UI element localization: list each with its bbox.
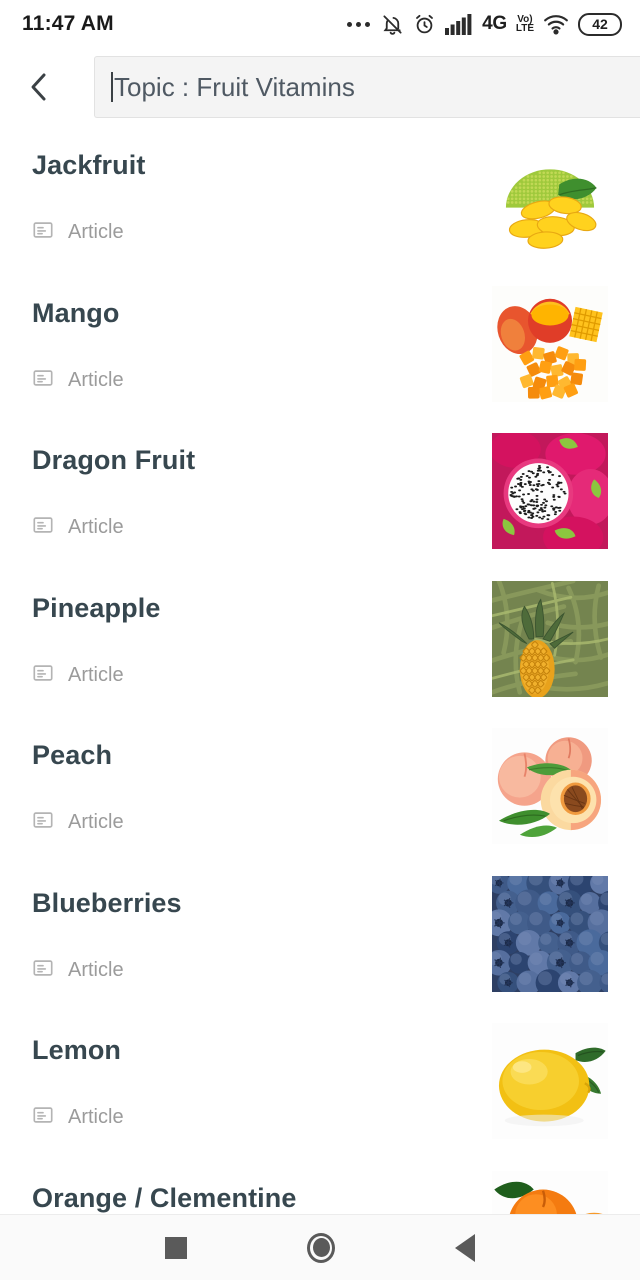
search-input-value: Topic : Fruit Vitamins xyxy=(114,72,355,103)
list-item-title: Peach xyxy=(32,740,112,771)
more-dots-icon xyxy=(347,22,370,27)
wifi-icon xyxy=(543,13,569,35)
list-item-thumbnail[interactable] xyxy=(492,138,608,254)
text-cursor xyxy=(111,72,113,102)
search-input[interactable]: Topic : Fruit Vitamins xyxy=(94,56,640,118)
article-icon xyxy=(32,809,54,836)
list-item-title: Blueberries xyxy=(32,888,182,919)
list-item-type-label: Article xyxy=(68,221,124,244)
list-item-title: Dragon Fruit xyxy=(32,445,195,476)
article-icon xyxy=(32,219,54,241)
list-item-title: Orange / Clementine xyxy=(32,1183,296,1214)
list-item-title: Pineapple xyxy=(32,593,160,624)
list-item-type-label: Article xyxy=(68,516,124,539)
list-item[interactable]: Dragon Fruit Article xyxy=(0,421,640,569)
android-nav-bar xyxy=(0,1214,640,1280)
bell-muted-icon xyxy=(381,13,404,36)
list-item[interactable]: Blueberries Article xyxy=(0,864,640,1012)
status-bar: 11:47 AM 4G Vo) LTE 42 xyxy=(0,0,640,48)
list-item-meta: Article xyxy=(32,809,124,836)
article-icon xyxy=(32,1104,54,1126)
app-header: Topic : Fruit Vitamins xyxy=(0,48,640,126)
volte-bottom-label: LTE xyxy=(516,24,534,33)
list-item[interactable]: Lemon Article xyxy=(0,1011,640,1159)
battery-icon: 42 xyxy=(578,13,622,36)
list-item-type-label: Article xyxy=(68,369,124,392)
list-item-thumbnail[interactable] xyxy=(492,1171,608,1215)
chevron-left-icon xyxy=(26,70,52,104)
status-bar-icons: 4G Vo) LTE 42 xyxy=(347,13,622,36)
list-item[interactable]: Jackfruit Article xyxy=(0,126,640,274)
list-item[interactable]: Mango Article xyxy=(0,274,640,422)
network-type-label: 4G xyxy=(482,13,507,35)
list-item-title: Jackfruit xyxy=(32,150,145,181)
article-icon xyxy=(32,514,54,541)
list-item-type-label: Article xyxy=(68,959,124,982)
alarm-clock-icon xyxy=(413,13,436,36)
back-button[interactable] xyxy=(26,70,72,104)
article-icon xyxy=(32,219,54,246)
list-item-thumbnail[interactable] xyxy=(492,286,608,402)
article-icon xyxy=(32,367,54,394)
home-button-icon[interactable] xyxy=(307,1233,335,1263)
battery-level-label: 42 xyxy=(592,16,608,32)
article-icon xyxy=(32,957,54,984)
list-item-meta: Article xyxy=(32,957,124,984)
list-item-meta: Article xyxy=(32,219,124,246)
article-icon xyxy=(32,662,54,684)
list-item-thumbnail[interactable] xyxy=(492,1023,608,1139)
article-icon xyxy=(32,514,54,536)
list-item-thumbnail[interactable] xyxy=(492,433,608,549)
list-item[interactable]: Peach Article xyxy=(0,716,640,864)
article-icon xyxy=(32,809,54,831)
list-item-type-label: Article xyxy=(68,1106,124,1129)
list-item-title: Mango xyxy=(32,298,120,329)
list-item[interactable]: Orange / Clementine Article xyxy=(0,1159,640,1215)
list-item-thumbnail[interactable] xyxy=(492,728,608,844)
status-bar-clock: 11:47 AM xyxy=(22,12,114,36)
recents-button-icon[interactable] xyxy=(165,1237,187,1259)
article-icon xyxy=(32,367,54,389)
article-icon xyxy=(32,957,54,979)
list-item-thumbnail[interactable] xyxy=(492,581,608,697)
list-item[interactable]: Pineapple Article xyxy=(0,569,640,717)
volte-icon: Vo) LTE xyxy=(516,15,534,33)
list-item-thumbnail[interactable] xyxy=(492,876,608,992)
app-root: 11:47 AM 4G Vo) LTE 42 Topic: Fruit Vit… xyxy=(0,0,640,1280)
article-icon xyxy=(32,1104,54,1131)
list-item-meta: Article xyxy=(32,367,124,394)
back-button-icon[interactable] xyxy=(455,1234,475,1262)
signal-bars-icon xyxy=(445,13,473,35)
list-item-meta: Article xyxy=(32,514,124,541)
list-item-meta: Article xyxy=(32,662,124,689)
list-item-type-label: Article xyxy=(68,811,124,834)
list-item-title: Lemon xyxy=(32,1035,121,1066)
list-item-type-label: Article xyxy=(68,664,124,687)
article-list[interactable]: Jackfruit Article Mango Article Dragon F… xyxy=(0,126,640,1214)
article-icon xyxy=(32,662,54,689)
list-item-meta: Article xyxy=(32,1104,124,1131)
